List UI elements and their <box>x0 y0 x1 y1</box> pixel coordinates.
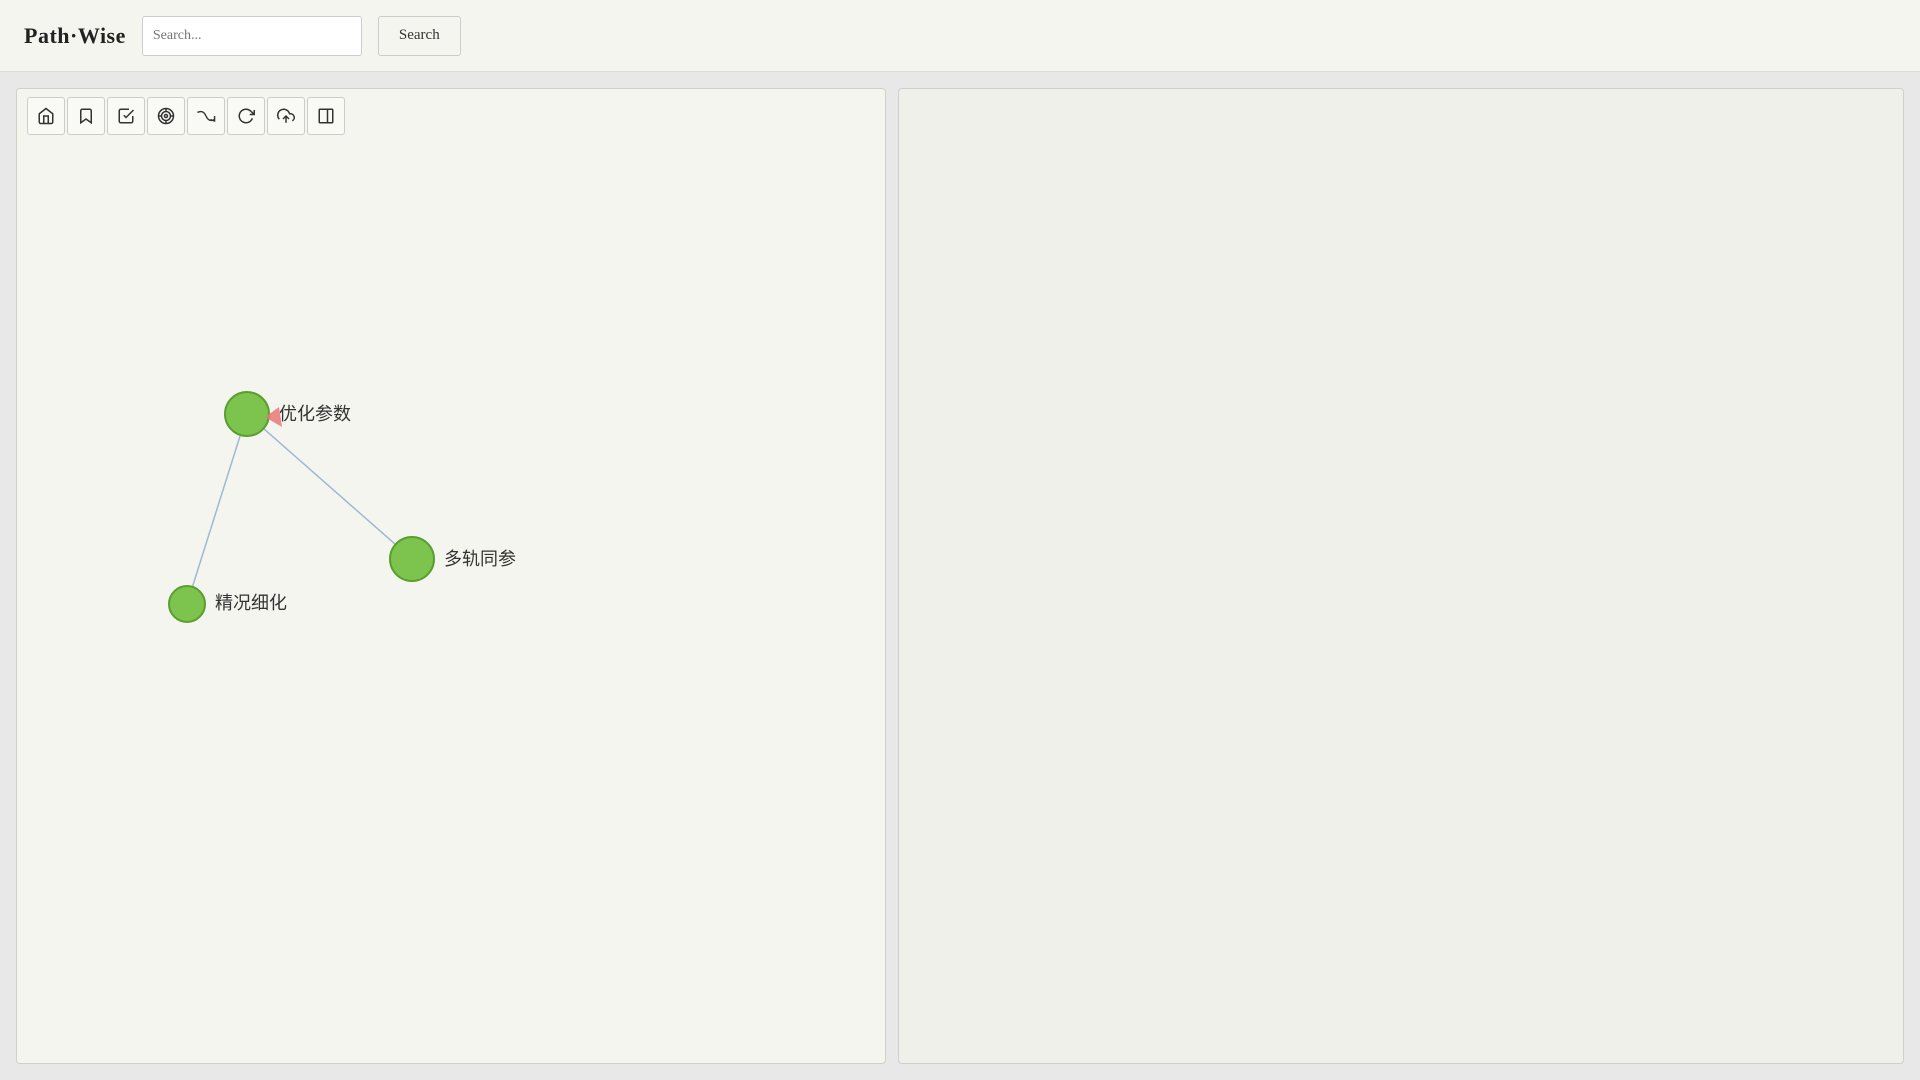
graph-svg: 优化参数 多轨同参 精况细化 <box>17 149 885 1063</box>
search-input[interactable] <box>142 16 362 56</box>
route-button[interactable] <box>187 97 225 135</box>
node-1 <box>225 392 269 436</box>
refresh-button[interactable] <box>227 97 265 135</box>
node-1-label: 优化参数 <box>279 404 351 424</box>
home-button[interactable] <box>27 97 65 135</box>
target-button[interactable] <box>147 97 185 135</box>
upload-button[interactable] <box>267 97 305 135</box>
right-panel <box>898 88 1904 1064</box>
bookmark-button[interactable] <box>67 97 105 135</box>
node-2 <box>390 537 434 581</box>
graph-panel: 优化参数 多轨同参 精况细化 <box>16 88 886 1064</box>
graph-canvas[interactable]: 优化参数 多轨同参 精况细化 <box>17 149 885 1063</box>
logo: Path·Wise <box>24 23 126 49</box>
check-button[interactable] <box>107 97 145 135</box>
panel-button[interactable] <box>307 97 345 135</box>
toolbar <box>17 89 885 143</box>
node-3 <box>169 586 205 622</box>
node-3-label: 精况细化 <box>215 593 287 613</box>
search-button[interactable]: Search <box>378 16 461 56</box>
node-2-label: 多轨同参 <box>444 549 516 569</box>
main-content: 优化参数 多轨同参 精况细化 <box>0 72 1920 1080</box>
header: Path·Wise Search <box>0 0 1920 72</box>
